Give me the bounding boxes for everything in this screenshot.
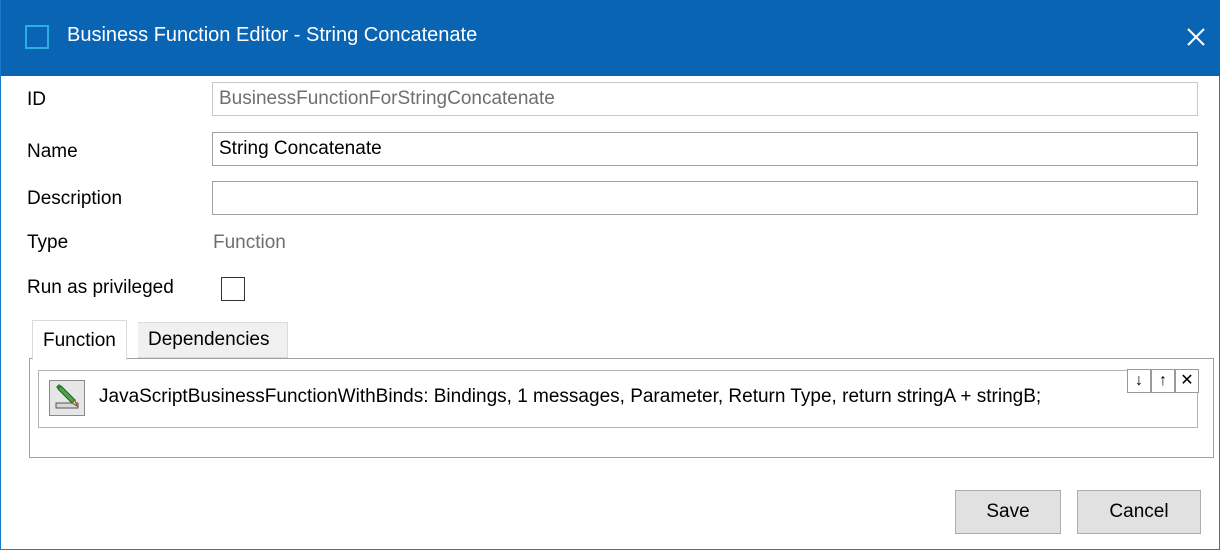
close-button[interactable] — [1181, 20, 1211, 54]
dialog-window: Business Function Editor - String Concat… — [0, 0, 1220, 550]
description-label: Description — [27, 188, 123, 209]
name-label: Name — [27, 141, 78, 162]
move-down-button[interactable]: ↓ — [1127, 369, 1151, 393]
save-button[interactable]: Save — [955, 490, 1061, 534]
window-title: Business Function Editor - String Concat… — [67, 24, 478, 46]
edit-pencil-icon — [55, 384, 79, 409]
app-icon — [25, 25, 49, 49]
tab-function[interactable]: Function — [32, 320, 127, 360]
remove-entry-button[interactable]: ✕ — [1175, 369, 1199, 393]
run-as-privileged-label: Run as privileged — [27, 277, 174, 298]
id-label: ID — [27, 89, 46, 110]
id-field[interactable]: BusinessFunctionForStringConcatenate — [212, 82, 1198, 116]
tab-dependencies[interactable]: Dependencies — [138, 322, 288, 358]
run-as-privileged-checkbox[interactable] — [221, 277, 245, 301]
title-bar[interactable]: Business Function Editor - String Concat… — [1, 0, 1220, 76]
edit-function-button[interactable] — [49, 380, 85, 416]
cancel-button[interactable]: Cancel — [1077, 490, 1201, 534]
move-up-button[interactable]: ↑ — [1151, 369, 1175, 393]
close-icon — [1187, 28, 1205, 46]
description-field[interactable] — [212, 181, 1198, 215]
type-value: Function — [213, 232, 286, 253]
arrow-up-icon: ↑ — [1159, 372, 1167, 389]
name-field[interactable]: String Concatenate — [212, 132, 1198, 166]
type-label: Type — [27, 232, 69, 253]
arrow-down-icon: ↓ — [1135, 372, 1143, 389]
close-icon: ✕ — [1180, 372, 1194, 389]
function-entry-text: JavaScriptBusinessFunctionWithBinds: Bin… — [99, 386, 1042, 407]
